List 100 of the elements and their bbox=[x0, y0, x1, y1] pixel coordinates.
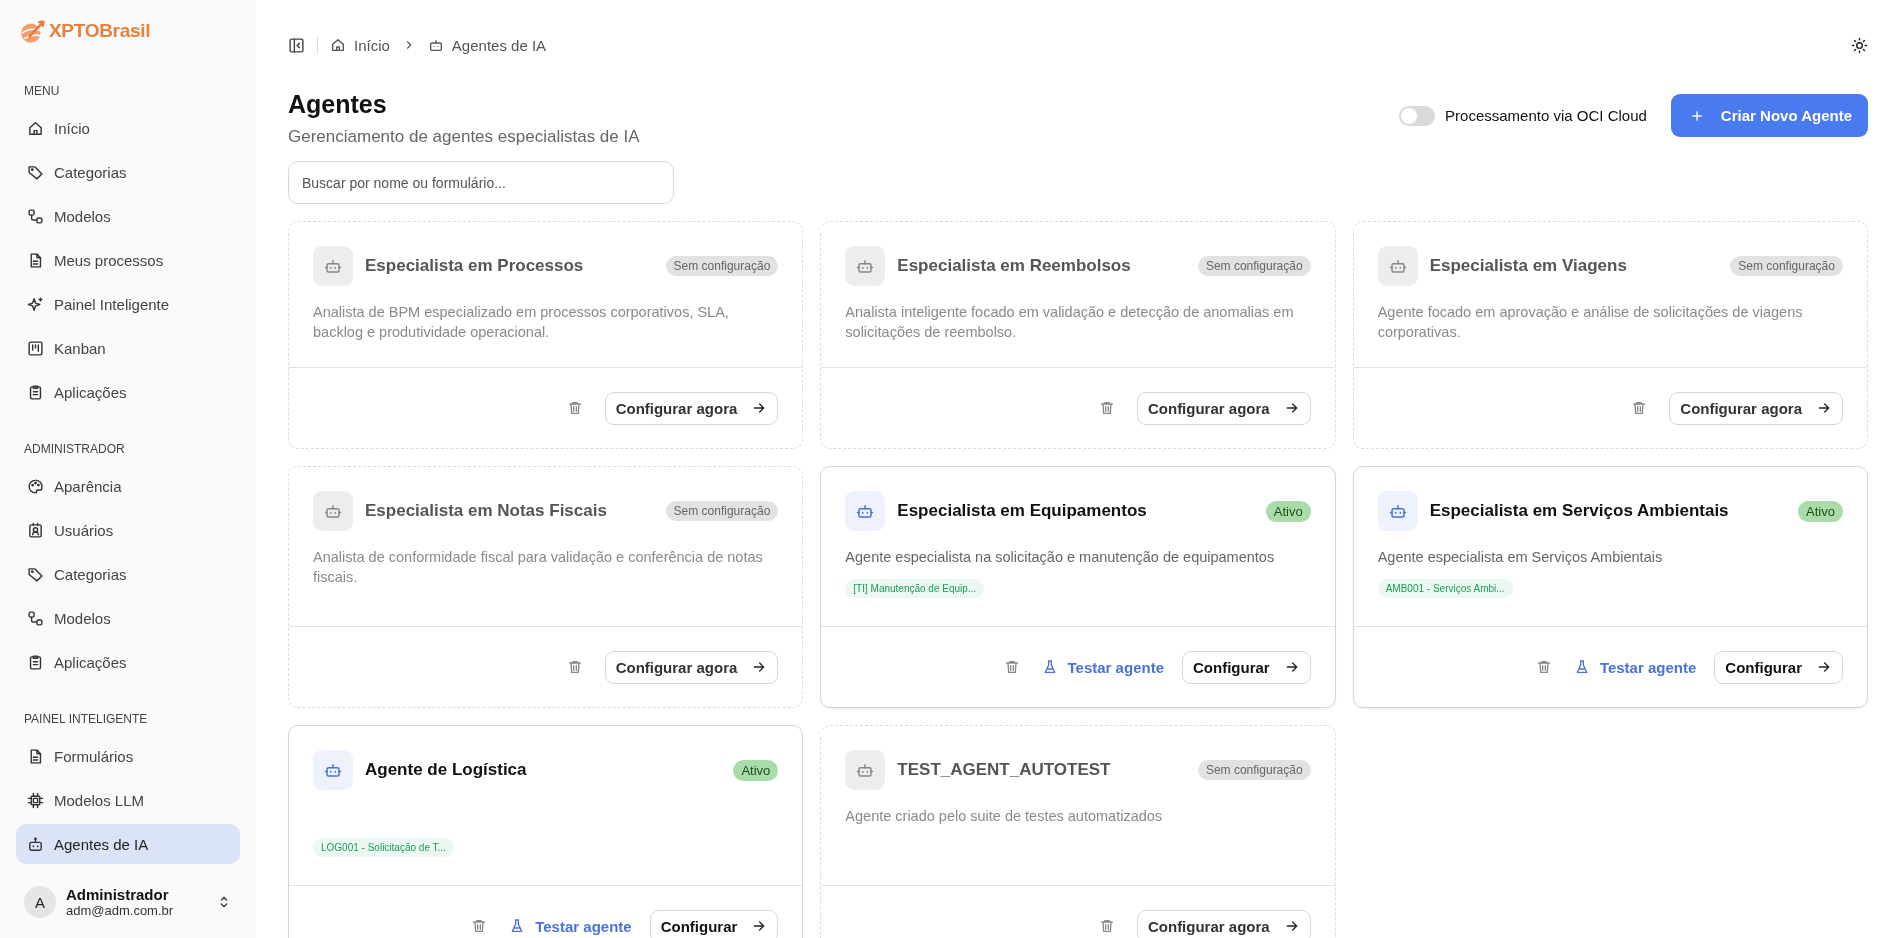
robot-icon bbox=[313, 246, 353, 286]
toggle-label: Processamento via OCI Cloud bbox=[1445, 107, 1647, 124]
configure-button[interactable]: Configurar bbox=[649, 909, 779, 938]
sidebar-item[interactable]: Modelos bbox=[16, 598, 240, 638]
status-badge: Sem configuração bbox=[665, 501, 779, 521]
agent-name: Especialista em Viagens bbox=[1429, 256, 1628, 276]
agent-description: Analista de conformidade fiscal para validação e conferência de notas fiscais. bbox=[313, 548, 764, 587]
sidebar-item[interactable]: Início bbox=[16, 108, 240, 148]
sidebar-item[interactable]: Modelos bbox=[16, 196, 240, 236]
configure-button[interactable]: Configurar bbox=[1714, 650, 1843, 684]
robot-icon bbox=[427, 37, 444, 53]
create-agent-button[interactable]: Criar Novo Agente bbox=[1670, 94, 1868, 137]
delete-icon[interactable] bbox=[1098, 918, 1115, 934]
agent-description: Agente focado em aprovação e análise de solicitações de viagens corporativas. bbox=[1377, 303, 1804, 342]
home-icon bbox=[27, 119, 44, 137]
agent-description: Analista de BPM especializado em processos corporativos, SLA, backlog e produtividade operacional. bbox=[313, 303, 730, 342]
sidebar-item[interactable]: Aparência bbox=[16, 466, 240, 506]
configure-button[interactable]: Configurar agora bbox=[1136, 391, 1311, 425]
breadcrumb-current: Agentes de IA bbox=[427, 36, 547, 54]
page-title: Agentes bbox=[288, 90, 388, 119]
sparkle-icon bbox=[27, 295, 44, 313]
agent-description: Agente especialista em Serviços Ambientais bbox=[1377, 548, 1664, 567]
delete-icon[interactable] bbox=[566, 659, 583, 675]
agent-description: Analista inteligente focado em validação e detecção de anomalias em solicitações de reembolso. bbox=[845, 303, 1295, 342]
delete-icon[interactable] bbox=[1631, 400, 1648, 416]
configure-button[interactable]: Configurar agora bbox=[1669, 391, 1843, 425]
arrow-right-icon bbox=[1816, 659, 1832, 675]
nodes-icon bbox=[27, 207, 44, 225]
robot-icon bbox=[845, 750, 886, 790]
delete-icon[interactable] bbox=[566, 400, 583, 416]
clipboard-icon bbox=[27, 383, 44, 401]
agent-name: Especialista em Serviços Ambientais bbox=[1429, 501, 1730, 521]
chip-icon bbox=[27, 791, 44, 809]
avatar: A bbox=[24, 886, 56, 918]
arrow-right-icon bbox=[1816, 400, 1832, 416]
sidebar-item[interactable]: Categorias bbox=[16, 554, 240, 594]
tag-icon bbox=[27, 163, 44, 181]
sidebar-item[interactable]: Aplicações bbox=[16, 372, 240, 412]
home-icon bbox=[330, 37, 346, 53]
page-subtitle: Gerenciamento de agentes especialistas de IA bbox=[288, 127, 640, 147]
agent-description: Agente criado pelo suite de testes automatizados bbox=[845, 807, 1164, 826]
delete-icon[interactable] bbox=[471, 918, 488, 934]
sidebar-item[interactable]: Modelos LLM bbox=[16, 780, 240, 820]
section-heading: MENU bbox=[23, 84, 61, 98]
agent-name: Especialista em Equipamentos bbox=[897, 501, 1148, 521]
kanban-icon bbox=[27, 339, 44, 357]
status-badge: Ativo bbox=[1265, 500, 1311, 522]
theme-sun-icon[interactable] bbox=[1851, 36, 1868, 54]
agent-name: Especialista em Reembolsos bbox=[897, 256, 1132, 276]
tag-icon bbox=[27, 565, 44, 583]
form-tag: LOG001 - Solicitação de T... bbox=[313, 838, 454, 857]
user-name: Administrador bbox=[66, 886, 170, 903]
form-tag: AMB001 - Serviços Ambi... bbox=[1377, 579, 1513, 598]
nodes-icon bbox=[27, 609, 44, 627]
status-badge: Sem configuração bbox=[1197, 760, 1311, 780]
user-email: adm@adm.com.br bbox=[66, 903, 175, 918]
sidebar-item[interactable]: Kanban bbox=[16, 328, 240, 368]
agent-name: Especialista em Processos bbox=[365, 256, 585, 276]
test-agent-link[interactable]: Testar agente bbox=[509, 917, 632, 935]
status-badge: Sem configuração bbox=[665, 256, 779, 276]
robot-icon bbox=[845, 491, 886, 531]
agent-description: Agente especialista na solicitação e manutenção de equipamentos bbox=[845, 548, 1276, 567]
toggle-switch[interactable] bbox=[1399, 105, 1436, 126]
delete-icon[interactable] bbox=[1535, 659, 1552, 675]
robot-icon bbox=[1377, 246, 1418, 286]
agent-name: TEST_AGENT_AUTOTEST bbox=[897, 760, 1112, 780]
sidebar-item[interactable]: Agentes de IA bbox=[16, 824, 240, 864]
form-tag: [TI] Manutenção de Equip... bbox=[845, 579, 985, 598]
agent-name: Agente de Logística bbox=[365, 760, 528, 780]
sidebar-item[interactable]: Aplicações bbox=[16, 642, 240, 682]
sidebar-item[interactable]: Formulários bbox=[16, 736, 240, 776]
robot-icon bbox=[27, 835, 44, 853]
status-badge: Ativo bbox=[733, 759, 779, 781]
agent-name: Especialista em Notas Fiscais bbox=[365, 501, 608, 521]
robot-icon bbox=[845, 246, 886, 286]
palette-icon bbox=[27, 477, 44, 495]
configure-button[interactable]: Configurar agora bbox=[604, 391, 779, 425]
test-agent-link[interactable]: Testar agente bbox=[1041, 658, 1164, 676]
configure-button[interactable]: Configurar agora bbox=[604, 650, 779, 684]
breadcrumb-link[interactable]: Início bbox=[330, 36, 390, 54]
sidebar-item[interactable]: Meus processos bbox=[16, 240, 240, 280]
sidebar-toggle-icon[interactable] bbox=[288, 36, 305, 54]
robot-icon bbox=[1377, 491, 1418, 531]
logo-icon bbox=[18, 18, 48, 44]
sidebar-item[interactable]: Categorias bbox=[16, 152, 240, 192]
section-heading: PAINEL INTELIGENTE bbox=[23, 712, 149, 726]
search-field[interactable]: Buscar por nome ou formulário... bbox=[288, 161, 674, 204]
configure-button[interactable]: Configurar agora bbox=[1136, 909, 1311, 938]
sidebar-item[interactable]: Painel Inteligente bbox=[16, 284, 240, 324]
clipboard-icon bbox=[27, 653, 44, 671]
status-badge: Sem configuração bbox=[1197, 256, 1311, 276]
test-agent-link[interactable]: Testar agente bbox=[1573, 658, 1697, 676]
delete-icon[interactable] bbox=[1098, 400, 1115, 416]
configure-button[interactable]: Configurar bbox=[1182, 650, 1311, 684]
robot-icon bbox=[313, 491, 353, 531]
user-badge-icon bbox=[27, 521, 44, 539]
status-badge: Ativo bbox=[1798, 500, 1843, 522]
robot-icon bbox=[313, 750, 353, 790]
delete-icon[interactable] bbox=[1003, 659, 1020, 675]
sidebar-item[interactable]: Usuários bbox=[16, 510, 240, 550]
